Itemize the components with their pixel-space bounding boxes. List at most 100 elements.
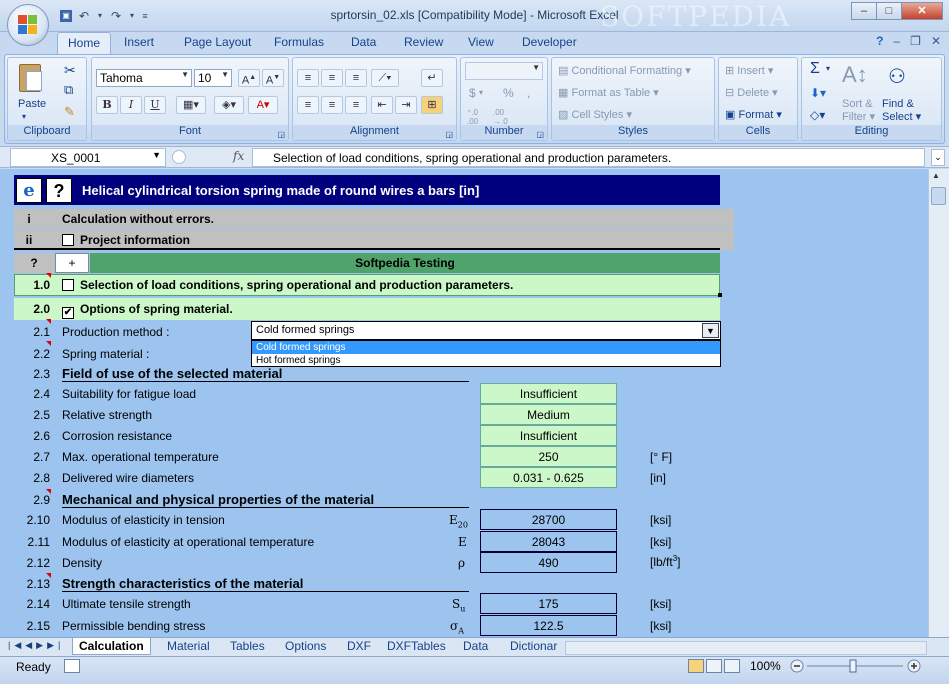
- formula-input[interactable]: Selection of load conditions, spring ope…: [252, 148, 925, 167]
- sheet-tab-options[interactable]: Options: [285, 639, 326, 653]
- align-bottom-icon[interactable]: ≡: [345, 69, 367, 87]
- font-family-select[interactable]: Tahoma ▼: [96, 69, 192, 87]
- align-middle-icon[interactable]: ≡: [321, 69, 343, 87]
- align-right-icon[interactable]: ≡: [345, 96, 367, 114]
- sheet-tab-dictionary[interactable]: Dictionar: [510, 639, 557, 653]
- format-as-table-button[interactable]: ▦ Format as Table ▾: [558, 86, 659, 99]
- tab-page-layout[interactable]: Page Layout: [184, 35, 251, 49]
- material-options-toggle[interactable]: ✔ Options of spring material.: [62, 302, 233, 319]
- copy-icon[interactable]: ⧉: [64, 82, 73, 98]
- insert-function-icon[interactable]: fx: [233, 149, 244, 163]
- conditional-formatting-button[interactable]: ▤ Conditional Formatting ▾: [558, 64, 691, 77]
- grow-font-icon[interactable]: A▲: [238, 69, 260, 87]
- vertical-scrollbar[interactable]: ▲: [928, 169, 949, 637]
- ribbon-close-icon[interactable]: ✕: [931, 34, 941, 48]
- align-top-icon[interactable]: ≡: [297, 69, 319, 87]
- font-size-select[interactable]: 10 ▼: [194, 69, 232, 87]
- paste-button[interactable]: Paste: [18, 98, 46, 110]
- dialog-launcher-icon[interactable]: ◲: [445, 130, 453, 139]
- wrap-text-icon[interactable]: ↵: [421, 69, 443, 87]
- borders-icon[interactable]: ▦▾: [176, 96, 206, 114]
- tab-data[interactable]: Data: [351, 35, 376, 49]
- normal-view-icon[interactable]: [688, 659, 704, 673]
- page-break-view-icon[interactable]: [724, 659, 740, 673]
- production-method-select[interactable]: Cold formed springs ▼: [251, 321, 721, 340]
- merge-center-icon[interactable]: ⊞: [421, 96, 443, 114]
- cut-icon[interactable]: ✂: [64, 62, 76, 79]
- currency-dropdown-icon[interactable]: ▾: [479, 88, 483, 97]
- shrink-font-icon[interactable]: A▼: [262, 69, 284, 87]
- sheet-tab-dxftables[interactable]: DXFTables: [387, 639, 446, 653]
- format-painter-icon[interactable]: ✎: [64, 104, 75, 120]
- expand-formula-bar-icon[interactable]: ⌄: [931, 149, 945, 166]
- tab-home[interactable]: Home: [57, 32, 112, 55]
- name-box[interactable]: XS_0001 ▼: [10, 148, 166, 167]
- autosum-dropdown-icon[interactable]: ▾: [826, 64, 830, 73]
- selection-handle[interactable]: [718, 293, 722, 297]
- checkbox-icon[interactable]: [62, 279, 74, 291]
- chevron-down-icon[interactable]: ▼: [702, 323, 719, 338]
- tab-formulas[interactable]: Formulas: [274, 35, 324, 49]
- comma-button[interactable]: ,: [527, 86, 530, 100]
- project-info-toggle[interactable]: Project information: [62, 233, 190, 247]
- dialog-launcher-icon[interactable]: ◲: [277, 130, 285, 139]
- tab-view[interactable]: View: [468, 35, 494, 49]
- close-button[interactable]: ✕: [901, 2, 943, 20]
- expand-plus-button[interactable]: +: [55, 253, 89, 273]
- tab-review[interactable]: Review: [404, 35, 443, 49]
- macro-record-icon[interactable]: [64, 659, 80, 673]
- load-conditions-toggle[interactable]: Selection of load conditions, spring ope…: [62, 278, 513, 292]
- sheet-tab-material[interactable]: Material: [167, 639, 210, 653]
- zoom-slider[interactable]: [790, 658, 922, 674]
- page-layout-view-icon[interactable]: [706, 659, 722, 673]
- help-icon[interactable]: ?: [876, 34, 883, 48]
- sort-filter-button[interactable]: Sort & Filter ▾: [842, 98, 875, 124]
- increase-indent-icon[interactable]: ⇥: [395, 96, 417, 114]
- sheet-tab-tables[interactable]: Tables: [230, 639, 265, 653]
- align-center-icon[interactable]: ≡: [321, 96, 343, 114]
- help-question-icon[interactable]: ?: [46, 178, 72, 203]
- zoom-level[interactable]: 100%: [750, 659, 781, 673]
- horizontal-scrollbar[interactable]: [565, 641, 927, 655]
- insert-cells-button[interactable]: ⊞ Insert ▾: [725, 64, 773, 77]
- format-cells-button[interactable]: ▣ Format ▾: [725, 108, 782, 121]
- autosum-button[interactable]: Σ: [810, 60, 820, 78]
- currency-button[interactable]: $: [469, 86, 476, 100]
- decrease-decimal-icon[interactable]: .00 →.0: [493, 108, 508, 126]
- tab-insert[interactable]: Insert: [124, 35, 154, 49]
- paste-dropdown-icon[interactable]: ▾: [22, 112, 26, 121]
- fill-color-icon[interactable]: ◈▾: [214, 96, 244, 114]
- sort-filter-icon[interactable]: A↕: [842, 62, 868, 88]
- sheet-tab-calculation[interactable]: Calculation: [72, 638, 151, 655]
- binoculars-icon[interactable]: ⚇: [888, 64, 906, 89]
- office-button[interactable]: [7, 4, 49, 46]
- percent-button[interactable]: %: [503, 86, 514, 100]
- worksheet[interactable]: e ? Helical cylindrical torsion spring m…: [0, 169, 928, 637]
- tab-developer[interactable]: Developer: [522, 35, 577, 49]
- maximize-button[interactable]: □: [876, 2, 902, 20]
- dropdown-option-selected[interactable]: Cold formed springs: [252, 341, 720, 354]
- italic-button[interactable]: I: [120, 96, 142, 114]
- find-select-button[interactable]: Find & Select ▾: [882, 98, 921, 124]
- underline-button[interactable]: U: [144, 96, 166, 114]
- number-format-select[interactable]: ▼: [465, 62, 543, 80]
- decrease-indent-icon[interactable]: ⇤: [371, 96, 393, 114]
- formula-bar-splitter[interactable]: [172, 150, 186, 164]
- bold-button[interactable]: B: [96, 96, 118, 114]
- internet-explorer-icon[interactable]: e: [16, 178, 42, 203]
- sheet-nav-arrows-icon[interactable]: |◀◀▶▶|: [8, 640, 64, 651]
- minimize-button[interactable]: –: [851, 2, 877, 20]
- sheet-tab-dxf[interactable]: DXF: [347, 639, 371, 653]
- ribbon-minimize-icon[interactable]: –: [893, 34, 900, 48]
- checkbox-icon[interactable]: [62, 234, 74, 246]
- dialog-launcher-icon[interactable]: ◲: [536, 130, 544, 139]
- delete-cells-button[interactable]: ⊟ Delete ▾: [725, 86, 778, 99]
- clear-icon[interactable]: ◇▾: [810, 108, 825, 122]
- paste-icon[interactable]: [16, 62, 46, 94]
- font-color-icon[interactable]: A▾: [248, 96, 278, 114]
- scroll-thumb[interactable]: [931, 187, 946, 205]
- orientation-icon[interactable]: ⟋▾: [371, 69, 399, 87]
- cell-styles-button[interactable]: ▧ Cell Styles ▾: [558, 108, 632, 121]
- dropdown-option[interactable]: Hot formed springs: [252, 354, 720, 367]
- sheet-tab-data[interactable]: Data: [463, 639, 488, 653]
